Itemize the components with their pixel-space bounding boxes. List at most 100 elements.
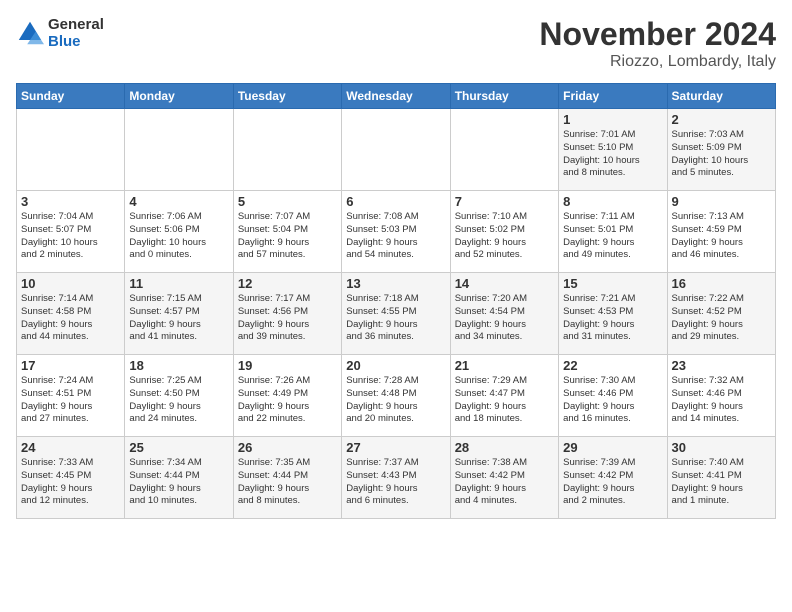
day-number: 11 (129, 276, 228, 291)
calendar-cell: 18 Sunrise: 7:25 AM Sunset: 4:50 PM Dayli… (125, 355, 233, 437)
calendar-cell: 26 Sunrise: 7:35 AM Sunset: 4:44 PM Dayli… (233, 437, 341, 519)
day-number: 3 (21, 194, 120, 209)
calendar-cell: 1 Sunrise: 7:01 AM Sunset: 5:10 PM Daylig… (559, 109, 667, 191)
calendar-cell: 29Sunrise: 7:39 AM Sunset: 4:42 PM Dayli… (559, 437, 667, 519)
day-info: Sunrise: 7:03 AM Sunset: 5:09 PM Dayligh… (672, 129, 771, 180)
day-number: 29 (563, 440, 662, 455)
day-info: Sunrise: 7:29 AM Sunset: 4:47 PM Dayligh… (455, 375, 554, 426)
day-number: 18 (129, 358, 228, 373)
day-number: 14 (455, 276, 554, 291)
day-info: Sunrise: 7:26 AM Sunset: 4:49 PM Dayligh… (238, 375, 337, 426)
calendar-week-row: 10 Sunrise: 7:14 AM Sunset: 4:58 PM Dayli… (17, 273, 776, 355)
day-number: 1 (563, 112, 662, 127)
day-number: 17 (21, 358, 120, 373)
calendar-cell: 7 Sunrise: 7:10 AM Sunset: 5:02 PM Daylig… (450, 191, 558, 273)
day-number: 10 (21, 276, 120, 291)
day-number: 5 (238, 194, 337, 209)
day-info: Sunrise: 7:18 AM Sunset: 4:55 PM Dayligh… (346, 293, 445, 344)
day-number: 26 (238, 440, 337, 455)
day-info: Sunrise: 7:37 AM Sunset: 4:43 PM Dayligh… (346, 457, 445, 508)
day-number: 19 (238, 358, 337, 373)
day-number: 8 (563, 194, 662, 209)
day-number: 2 (672, 112, 771, 127)
calendar-cell: 20 Sunrise: 7:28 AM Sunset: 4:48 PM Dayli… (342, 355, 450, 437)
calendar-cell: 30 Sunrise: 7:40 AM Sunset: 4:41 PM Dayli… (667, 437, 775, 519)
day-number: 23 (672, 358, 771, 373)
calendar-week-row: 1 Sunrise: 7:01 AM Sunset: 5:10 PM Daylig… (17, 109, 776, 191)
day-info: Sunrise: 7:38 AM Sunset: 4:42 PM Dayligh… (455, 457, 554, 508)
day-info: Sunrise: 7:17 AM Sunset: 4:56 PM Dayligh… (238, 293, 337, 344)
day-info: Sunrise: 7:30 AM Sunset: 4:46 PM Dayligh… (563, 375, 662, 426)
calendar-cell: 5 Sunrise: 7:07 AM Sunset: 5:04 PM Daylig… (233, 191, 341, 273)
calendar-cell (17, 109, 125, 191)
calendar-cell: 4 Sunrise: 7:06 AM Sunset: 5:06 PM Daylig… (125, 191, 233, 273)
page-subtitle: Riozzo, Lombardy, Italy (539, 53, 776, 71)
weekday-header: Tuesday (233, 84, 341, 109)
day-number: 4 (129, 194, 228, 209)
day-info: Sunrise: 7:01 AM Sunset: 5:10 PM Dayligh… (563, 129, 662, 180)
calendar-header-row: SundayMondayTuesdayWednesdayThursdayFrid… (17, 84, 776, 109)
calendar-cell: 25 Sunrise: 7:34 AM Sunset: 4:44 PM Dayli… (125, 437, 233, 519)
calendar-cell: 13Sunrise: 7:18 AM Sunset: 4:55 PM Dayli… (342, 273, 450, 355)
page-header: General Blue November 2024 Riozzo, Lomba… (16, 16, 776, 71)
day-number: 7 (455, 194, 554, 209)
day-number: 9 (672, 194, 771, 209)
day-info: Sunrise: 7:21 AM Sunset: 4:53 PM Dayligh… (563, 293, 662, 344)
page-title: November 2024 (539, 16, 776, 53)
calendar-cell: 19 Sunrise: 7:26 AM Sunset: 4:49 PM Dayli… (233, 355, 341, 437)
day-number: 30 (672, 440, 771, 455)
day-number: 12 (238, 276, 337, 291)
day-info: Sunrise: 7:40 AM Sunset: 4:41 PM Dayligh… (672, 457, 771, 508)
title-block: November 2024 Riozzo, Lombardy, Italy (539, 16, 776, 71)
calendar-cell: 17 Sunrise: 7:24 AM Sunset: 4:51 PM Dayli… (17, 355, 125, 437)
calendar-cell: 11 Sunrise: 7:15 AM Sunset: 4:57 PM Dayli… (125, 273, 233, 355)
calendar-cell: 21 Sunrise: 7:29 AM Sunset: 4:47 PM Dayli… (450, 355, 558, 437)
weekday-header: Thursday (450, 84, 558, 109)
calendar-cell: 8Sunrise: 7:11 AM Sunset: 5:01 PM Daylig… (559, 191, 667, 273)
calendar-week-row: 24 Sunrise: 7:33 AM Sunset: 4:45 PM Dayli… (17, 437, 776, 519)
day-info: Sunrise: 7:24 AM Sunset: 4:51 PM Dayligh… (21, 375, 120, 426)
calendar-cell: 16 Sunrise: 7:22 AM Sunset: 4:52 PM Dayli… (667, 273, 775, 355)
calendar-table: SundayMondayTuesdayWednesdayThursdayFrid… (16, 83, 776, 519)
day-info: Sunrise: 7:33 AM Sunset: 4:45 PM Dayligh… (21, 457, 120, 508)
day-number: 16 (672, 276, 771, 291)
weekday-header: Wednesday (342, 84, 450, 109)
weekday-header: Monday (125, 84, 233, 109)
calendar-cell: 24 Sunrise: 7:33 AM Sunset: 4:45 PM Dayli… (17, 437, 125, 519)
calendar-cell: 10 Sunrise: 7:14 AM Sunset: 4:58 PM Dayli… (17, 273, 125, 355)
day-info: Sunrise: 7:10 AM Sunset: 5:02 PM Dayligh… (455, 211, 554, 262)
day-info: Sunrise: 7:07 AM Sunset: 5:04 PM Dayligh… (238, 211, 337, 262)
day-info: Sunrise: 7:35 AM Sunset: 4:44 PM Dayligh… (238, 457, 337, 508)
logo: General Blue (16, 16, 104, 50)
day-number: 22 (563, 358, 662, 373)
day-number: 25 (129, 440, 228, 455)
weekday-header: Sunday (17, 84, 125, 109)
calendar-cell (450, 109, 558, 191)
day-info: Sunrise: 7:13 AM Sunset: 4:59 PM Dayligh… (672, 211, 771, 262)
calendar-week-row: 3Sunrise: 7:04 AM Sunset: 5:07 PM Daylig… (17, 191, 776, 273)
day-info: Sunrise: 7:20 AM Sunset: 4:54 PM Dayligh… (455, 293, 554, 344)
day-info: Sunrise: 7:22 AM Sunset: 4:52 PM Dayligh… (672, 293, 771, 344)
calendar-cell (342, 109, 450, 191)
calendar-cell: 2 Sunrise: 7:03 AM Sunset: 5:09 PM Daylig… (667, 109, 775, 191)
day-number: 28 (455, 440, 554, 455)
day-info: Sunrise: 7:32 AM Sunset: 4:46 PM Dayligh… (672, 375, 771, 426)
logo-text: General Blue (48, 16, 104, 50)
day-number: 6 (346, 194, 445, 209)
calendar-cell (233, 109, 341, 191)
calendar-cell: 22 Sunrise: 7:30 AM Sunset: 4:46 PM Dayli… (559, 355, 667, 437)
day-info: Sunrise: 7:25 AM Sunset: 4:50 PM Dayligh… (129, 375, 228, 426)
day-number: 15 (563, 276, 662, 291)
day-info: Sunrise: 7:28 AM Sunset: 4:48 PM Dayligh… (346, 375, 445, 426)
calendar-cell (125, 109, 233, 191)
day-info: Sunrise: 7:34 AM Sunset: 4:44 PM Dayligh… (129, 457, 228, 508)
calendar-cell: 23 Sunrise: 7:32 AM Sunset: 4:46 PM Dayli… (667, 355, 775, 437)
calendar-cell: 6Sunrise: 7:08 AM Sunset: 5:03 PM Daylig… (342, 191, 450, 273)
day-info: Sunrise: 7:06 AM Sunset: 5:06 PM Dayligh… (129, 211, 228, 262)
day-info: Sunrise: 7:15 AM Sunset: 4:57 PM Dayligh… (129, 293, 228, 344)
day-info: Sunrise: 7:14 AM Sunset: 4:58 PM Dayligh… (21, 293, 120, 344)
day-number: 24 (21, 440, 120, 455)
day-number: 20 (346, 358, 445, 373)
day-number: 21 (455, 358, 554, 373)
calendar-cell: 14 Sunrise: 7:20 AM Sunset: 4:54 PM Dayli… (450, 273, 558, 355)
